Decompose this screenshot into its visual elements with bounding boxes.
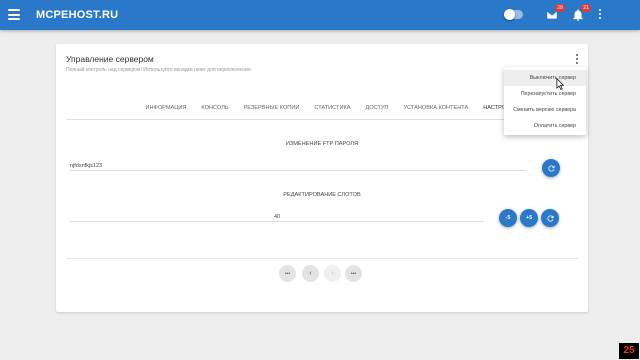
card-subtitle: Полный контроль над сервером! Используйт… — [66, 67, 252, 73]
tab-access[interactable]: ДОСТУП — [358, 102, 396, 120]
menu-icon[interactable] — [8, 9, 20, 20]
mail-icon[interactable]: 28 — [545, 4, 565, 22]
ftp-refresh-button[interactable] — [542, 159, 560, 177]
slots-section-title: РЕДАКТИРОВАНИЕ СЛОТОВ — [283, 192, 361, 198]
toggle-knob — [504, 9, 515, 20]
pagination-prev[interactable]: ‹ — [302, 265, 319, 282]
bell-icon[interactable]: 21 — [571, 4, 591, 22]
bell-badge: 21 — [581, 4, 591, 12]
tab-content-install[interactable]: УСТАНОВКА КОНТЕНТА — [396, 102, 476, 120]
watermark-logo: 25 — [619, 343, 639, 359]
tab-divider — [66, 119, 578, 120]
app-title[interactable]: MCPEHOST.RU — [36, 9, 118, 21]
slots-input[interactable]: 40 — [70, 212, 484, 222]
slots-decrease-button[interactable]: -5 — [499, 209, 517, 227]
menu-item-restart[interactable]: Перезапустить сервер — [504, 86, 586, 102]
slots-refresh-button[interactable] — [541, 209, 559, 227]
ftp-password-field[interactable]: njfdsnfkjs123 — [70, 161, 526, 171]
pagination-last[interactable]: ••• — [345, 265, 362, 282]
tab-info[interactable]: ИНФОРМАЦИЯ — [138, 102, 194, 120]
tab-bar: ИНФОРМАЦИЯ КОНСОЛЬ РЕЗЕРВНЫЕ КОПИИ СТАТИ… — [138, 102, 526, 120]
card-more-icon[interactable] — [573, 53, 581, 65]
more-vertical-icon[interactable] — [597, 9, 603, 21]
section-divider — [66, 258, 578, 259]
mail-badge: 28 — [555, 4, 565, 12]
ftp-section-title: ИЗМЕНЕНИЕ FTP ПАРОЛЯ — [285, 141, 359, 147]
tab-backups[interactable]: РЕЗЕРВНЫЕ КОПИИ — [236, 102, 307, 120]
menu-item-change-version[interactable]: Сменить версию сервера — [504, 102, 586, 118]
pagination-first[interactable]: ••• — [279, 265, 296, 282]
tab-statistics[interactable]: СТАТИСТИКА — [307, 102, 358, 120]
menu-item-shutdown[interactable]: Выключить сервер — [504, 70, 586, 86]
tab-console[interactable]: КОНСОЛЬ — [194, 102, 236, 120]
menu-item-pay[interactable]: Оплатить сервер — [504, 118, 586, 134]
theme-toggle[interactable] — [504, 9, 523, 20]
card-title: Управление сервером — [66, 54, 154, 64]
refresh-icon — [547, 165, 554, 172]
top-app-bar: MCPEHOST.RU 28 21 — [0, 0, 640, 30]
slots-increase-button[interactable]: +5 — [520, 209, 538, 227]
refresh-icon — [546, 215, 553, 222]
server-actions-menu: Выключить сервер Перезапустить сервер См… — [504, 67, 586, 135]
mouse-cursor-icon — [556, 78, 565, 91]
pagination-next[interactable]: › — [324, 265, 341, 282]
